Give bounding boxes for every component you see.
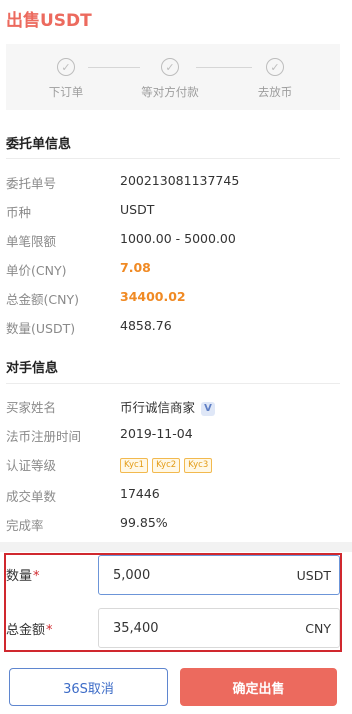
row-value: 17446 bbox=[120, 486, 160, 501]
quantity-input[interactable]: 5,000 USDT bbox=[98, 555, 340, 595]
section-separator bbox=[0, 542, 352, 552]
buyer-name: 币行诚信商家 bbox=[120, 400, 196, 415]
page-title: 出售USDT bbox=[6, 11, 92, 31]
quantity-label: 数量* bbox=[6, 565, 40, 584]
check-icon: ✓ bbox=[161, 58, 179, 76]
row-key: 单笔限额 bbox=[6, 234, 57, 249]
row-key: 总金额(CNY) bbox=[6, 292, 79, 307]
row-value: 200213081137745 bbox=[120, 173, 240, 188]
row-value: USDT bbox=[120, 202, 155, 217]
step-label: 去放币 bbox=[257, 85, 293, 99]
counterparty-row: 成交单数 17446 bbox=[0, 486, 352, 506]
check-icon: ✓ bbox=[57, 58, 75, 76]
row-key: 数量(USDT) bbox=[6, 321, 76, 336]
order-progress-steps: ✓ 下订单 ✓ 等对方付款 ✓ 去放币 bbox=[6, 44, 340, 110]
kyc-badge: Kyc1 bbox=[120, 458, 149, 473]
kyc-badge: Kyc3 bbox=[184, 458, 213, 473]
row-key: 单价(CNY) bbox=[6, 263, 67, 278]
kyc-badges: Kyc1 Kyc2 Kyc3 bbox=[120, 455, 216, 473]
total-label-text: 总金额 bbox=[6, 623, 46, 638]
row-key: 委托单号 bbox=[6, 176, 57, 191]
order-info-row: 币种 USDT bbox=[0, 202, 352, 222]
step-release-coin: ✓ 去放币 bbox=[235, 58, 315, 100]
buyer-name-value: 币行诚信商家 V bbox=[120, 397, 216, 416]
order-info-title: 委托单信息 bbox=[6, 137, 72, 152]
order-info-row: 总金额(CNY) 34400.02 bbox=[0, 289, 352, 309]
total-amount-label: 总金额* bbox=[6, 619, 53, 638]
divider bbox=[6, 158, 340, 159]
required-mark: * bbox=[33, 569, 40, 584]
divider bbox=[6, 383, 340, 384]
row-value: 4858.76 bbox=[120, 318, 172, 333]
counterparty-row: 认证等级 Kyc1 Kyc2 Kyc3 bbox=[0, 455, 352, 475]
unit-price-value: 7.08 bbox=[120, 260, 151, 275]
counterparty-title: 对手信息 bbox=[6, 361, 59, 376]
order-info-row: 单价(CNY) 7.08 bbox=[0, 260, 352, 280]
total-amount-unit: CNY bbox=[305, 621, 331, 636]
counterparty-row: 法币注册时间 2019-11-04 bbox=[0, 426, 352, 446]
row-key: 成交单数 bbox=[6, 489, 57, 504]
row-key: 法币注册时间 bbox=[6, 429, 82, 444]
order-info-row: 单笔限额 1000.00 - 5000.00 bbox=[0, 231, 352, 251]
check-icon: ✓ bbox=[266, 58, 284, 76]
row-value: 1000.00 - 5000.00 bbox=[120, 231, 236, 246]
verified-icon: V bbox=[201, 402, 216, 416]
total-amount-value: 34400.02 bbox=[120, 289, 186, 304]
step-wait-payment: ✓ 等对方付款 bbox=[130, 58, 210, 100]
total-amount-value: 35,400 bbox=[113, 621, 159, 636]
counterparty-row: 完成率 99.85% bbox=[0, 515, 352, 535]
quantity-unit: USDT bbox=[296, 568, 331, 583]
order-info-row: 委托单号 200213081137745 bbox=[0, 173, 352, 193]
confirm-sell-button[interactable]: 确定出售 bbox=[180, 668, 337, 706]
counterparty-row: 买家姓名 币行诚信商家 V bbox=[0, 397, 352, 417]
quantity-label-text: 数量 bbox=[6, 569, 33, 584]
cancel-button[interactable]: 36S取消 bbox=[9, 668, 168, 706]
kyc-badge: Kyc2 bbox=[152, 458, 181, 473]
row-key: 买家姓名 bbox=[6, 400, 57, 415]
row-key: 完成率 bbox=[6, 518, 44, 533]
row-value: 2019-11-04 bbox=[120, 426, 193, 441]
step-place-order: ✓ 下订单 bbox=[26, 58, 106, 100]
step-label: 等对方付款 bbox=[141, 85, 199, 99]
row-key: 认证等级 bbox=[6, 458, 57, 473]
row-value: 99.85% bbox=[120, 515, 168, 530]
row-key: 币种 bbox=[6, 205, 32, 220]
step-label: 下订单 bbox=[48, 85, 84, 99]
order-info-row: 数量(USDT) 4858.76 bbox=[0, 318, 352, 338]
quantity-value: 5,000 bbox=[113, 568, 151, 583]
required-mark: * bbox=[46, 623, 53, 638]
total-amount-input[interactable]: 35,400 CNY bbox=[98, 608, 340, 648]
